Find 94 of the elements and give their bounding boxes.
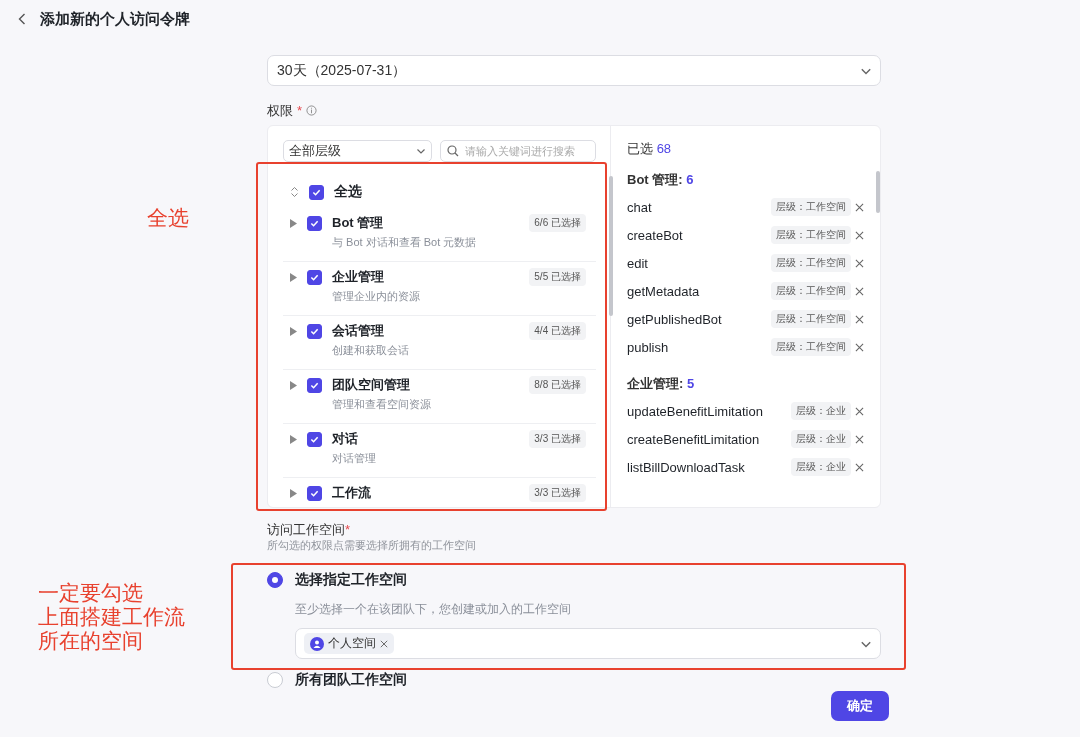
permission-name: createBenefitLimitation (627, 431, 761, 447)
group-heading: 企业管理: 5 (627, 375, 696, 393)
search-icon (447, 145, 459, 157)
close-icon[interactable] (855, 462, 864, 472)
checkbox[interactable] (307, 486, 322, 501)
selected-total: 已选 68 (627, 140, 673, 158)
group-description: 对话管理 (332, 451, 377, 466)
check-icon (310, 489, 319, 498)
close-icon[interactable] (855, 342, 864, 352)
group-heading: Bot 管理: 6 (627, 171, 695, 189)
checkbox[interactable] (307, 270, 322, 285)
permission-name: getPublishedBot (627, 311, 723, 327)
option-description: 至少选择一个在该团队下，您创建或加入的工作空间 (295, 601, 572, 618)
group-name: 团队空间管理 (332, 376, 411, 394)
person-icon (310, 636, 324, 651)
field-label: 权限 (267, 103, 293, 118)
level-tag: 层级：工作空间 (771, 282, 851, 300)
caret-icon[interactable] (290, 273, 297, 282)
selected-count: 8/8 已选择 (529, 376, 586, 394)
chevron-down-icon (416, 146, 426, 156)
caret-icon[interactable] (290, 435, 297, 444)
permission-name: createBot (627, 227, 684, 243)
permission-name: updateBenefitLimitation (627, 403, 764, 419)
caret-icon[interactable] (290, 489, 297, 498)
group-name: 对话 (332, 430, 359, 448)
checkbox[interactable] (309, 184, 324, 200)
scrollbar-thumb[interactable] (609, 176, 613, 316)
group-name: 会话管理 (332, 322, 385, 340)
permission-name: listBillDownloadTask (627, 459, 746, 475)
level-tag: 层级：工作空间 (771, 198, 851, 216)
annotation-text: 全选 (147, 206, 189, 230)
confirm-button[interactable]: 确定 (831, 691, 889, 721)
close-icon[interactable] (855, 434, 864, 444)
selected-count: 3/3 已选择 (529, 484, 586, 502)
close-icon[interactable] (855, 230, 864, 240)
expiry-select[interactable]: 30天（2025-07-31） (267, 55, 881, 86)
check-icon (310, 219, 319, 228)
selected-count: 3/3 已选择 (529, 430, 586, 448)
permission-name: edit (627, 255, 649, 271)
selected-count: 4/4 已选择 (529, 322, 586, 340)
level-tag: 层级：工作空间 (771, 254, 851, 272)
group-description: 与 Bot 对话和查看 Bot 元数据 (332, 235, 478, 250)
workspace-select[interactable]: 个人空间 (295, 628, 881, 659)
check-icon (312, 187, 321, 197)
back-icon[interactable] (18, 13, 26, 25)
check-icon (310, 435, 319, 444)
info-icon (306, 105, 318, 116)
checkbox[interactable] (307, 432, 322, 447)
level-select[interactable]: 全部层级 (283, 140, 432, 162)
selected-count: 5/5 已选择 (529, 268, 586, 286)
check-icon (310, 327, 319, 336)
checkbox[interactable] (307, 216, 322, 231)
select-all-label: 全选 (334, 183, 362, 201)
level-tag: 层级：工作空间 (771, 310, 851, 328)
caret-icon[interactable] (290, 219, 297, 228)
collapse-icon[interactable] (290, 186, 299, 198)
group-name: 企业管理 (332, 268, 385, 286)
workspace-tag: 个人空间 (304, 633, 394, 654)
group-description: 创建和获取会话 (332, 343, 410, 358)
group-description: 管理企业内的资源 (332, 289, 421, 304)
group-description: 管理和查看空间资源 (332, 397, 432, 412)
field-label: 访问工作空间 (267, 522, 345, 537)
close-icon[interactable] (855, 406, 864, 416)
level-tag: 层级：企业 (791, 402, 851, 420)
permission-name: getMetadata (627, 283, 701, 299)
close-icon[interactable] (855, 202, 864, 212)
checkbox[interactable] (307, 324, 322, 339)
check-icon (310, 273, 319, 282)
caret-icon[interactable] (290, 381, 297, 390)
option-label: 选择指定工作空间 (295, 571, 407, 589)
group-name: 工作流 (332, 484, 372, 502)
selected-count: 6/6 已选择 (529, 214, 586, 232)
required-mark: * (345, 522, 351, 537)
close-icon[interactable] (855, 314, 864, 324)
close-icon[interactable] (380, 639, 388, 648)
level-tag: 层级：工作空间 (771, 226, 851, 244)
check-icon (310, 381, 319, 390)
level-tag: 层级：工作空间 (771, 338, 851, 356)
annotation-text: 一定要勾选 上面搭建工作流 所在的空间 (38, 581, 185, 653)
permission-name: publish (627, 339, 670, 355)
level-tag: 层级：企业 (791, 430, 851, 448)
permission-name: chat (627, 199, 653, 215)
option-label: 所有团队工作空间 (295, 671, 407, 689)
field-hint: 所勾选的权限点需要选择所拥有的工作空间 (267, 539, 476, 552)
page-title: 添加新的个人访问令牌 (40, 9, 190, 29)
caret-icon[interactable] (290, 327, 297, 336)
group-name: Bot 管理 (332, 214, 385, 232)
scrollbar-thumb[interactable] (876, 171, 880, 213)
close-icon[interactable] (855, 258, 864, 268)
close-icon[interactable] (855, 286, 864, 296)
required-mark: * (297, 103, 303, 118)
radio-button[interactable] (267, 572, 283, 588)
checkbox[interactable] (307, 378, 322, 393)
level-tag: 层级：企业 (791, 458, 851, 476)
